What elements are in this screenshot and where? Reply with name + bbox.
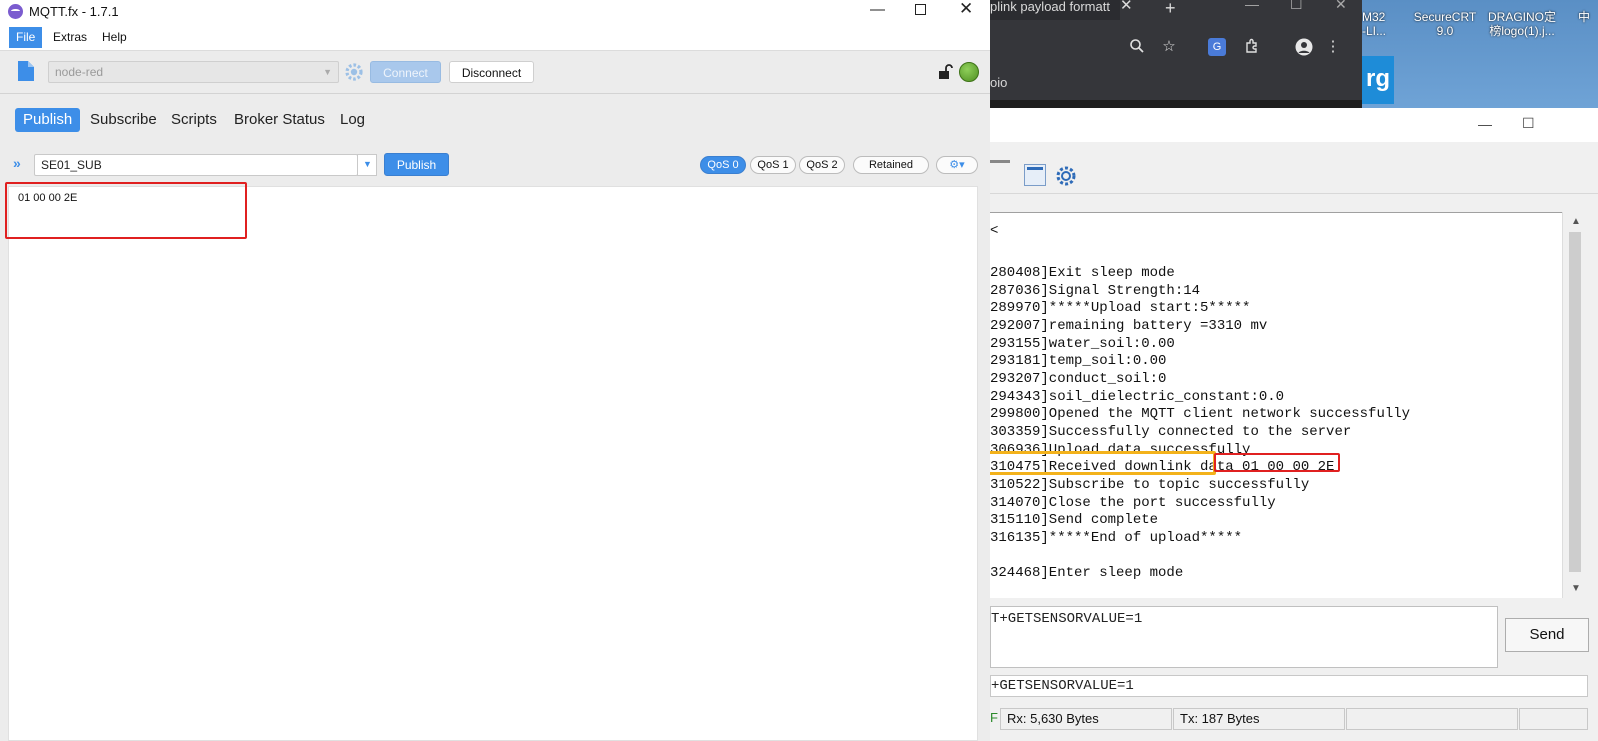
app-logo-icon <box>8 4 23 19</box>
retained-toggle[interactable]: Retained <box>853 156 929 174</box>
browser-tab[interactable]: plink payload formatt <box>990 0 1120 20</box>
rx-bytes-counter: Rx: 5,630 Bytes <box>1000 708 1172 730</box>
topic-dropdown-button[interactable]: ▼ <box>357 154 377 176</box>
settings-gear-icon[interactable] <box>1054 164 1078 188</box>
minimize-icon[interactable]: — <box>870 1 885 18</box>
log-line: 293181]temp_soil:0.00 <box>990 353 1167 369</box>
zoom-search-icon[interactable] <box>1128 38 1146 56</box>
log-line: 292007]remaining battery =3310 mv <box>990 318 1268 334</box>
browser-window: plink payload formatt ✕ + — ☐ ✕ ☆ G ⋮ oi… <box>990 0 1362 108</box>
mqttfx-window: MQTT.fx - 1.7.1 — ✕ File Extras Help nod… <box>0 0 990 741</box>
close-icon[interactable]: ✕ <box>959 0 973 19</box>
maximize-icon[interactable]: ☐ <box>1522 115 1535 132</box>
tab-log[interactable]: Log <box>332 108 373 132</box>
log-line: 299800]Opened the MQTT client network su… <box>990 406 1411 422</box>
serial-titlebar: — ☐ <box>990 108 1598 142</box>
tab-subscribe[interactable]: Subscribe <box>82 108 165 132</box>
kebab-menu-icon[interactable]: ⋮ <box>1324 38 1342 56</box>
desktop-icon-label[interactable]: M32 -LI... <box>1362 10 1394 38</box>
tab-close-icon[interactable]: ✕ <box>1120 0 1133 13</box>
status-cell <box>1346 708 1518 730</box>
log-line: 324468]Enter sleep mode <box>990 565 1184 581</box>
tab-publish[interactable]: Publish <box>15 108 81 132</box>
connection-status-indicator <box>959 62 979 82</box>
command-text: +GETSENSORVALUE=1 <box>991 678 1134 694</box>
chevron-down-icon: ▼ <box>363 159 372 169</box>
tab-broker-status[interactable]: Broker Status <box>226 108 333 132</box>
minimize-icon[interactable]: — <box>1478 116 1492 132</box>
app-tile[interactable]: rg <box>1362 56 1394 104</box>
maximize-icon[interactable]: ☐ <box>1290 0 1303 13</box>
publish-options-gear-icon[interactable]: ⚙▾ <box>936 156 978 174</box>
topic-value: SE01_SUB <box>41 158 102 172</box>
log-line: 314070]Close the port successfully <box>990 495 1276 511</box>
menu-help[interactable]: Help <box>95 27 134 48</box>
connect-button[interactable]: Connect <box>370 61 441 83</box>
payload-editor[interactable]: 01 00 00 2E <box>8 186 978 741</box>
send-text: T+GETSENSORVALUE=1 <box>991 611 1143 627</box>
log-line: 287036]Signal Strength:14 <box>990 283 1201 299</box>
browser-content-edge <box>990 100 1362 108</box>
titlebar: MQTT.fx - 1.7.1 — ✕ <box>0 0 990 24</box>
disconnect-button[interactable]: Disconnect <box>449 61 534 83</box>
maximize-icon[interactable] <box>915 4 926 15</box>
vertical-scrollbar[interactable]: ▲ ▼ <box>1562 212 1588 598</box>
status-flag: F <box>990 710 998 725</box>
publish-button[interactable]: Publish <box>384 153 449 176</box>
minimize-icon[interactable]: — <box>1245 0 1259 12</box>
status-cell <box>1519 708 1588 730</box>
extensions-icon[interactable] <box>1243 38 1261 56</box>
close-icon[interactable]: ✕ <box>1335 0 1347 13</box>
log-line: 293207]conduct_soil:0 <box>990 371 1167 387</box>
translate-icon[interactable]: G <box>1208 38 1226 56</box>
window-title: MQTT.fx - 1.7.1 <box>29 4 119 19</box>
log-line: < <box>990 223 999 239</box>
serial-toolbar <box>990 142 1598 194</box>
downlink-payload-highlight <box>1214 453 1340 472</box>
file-icon[interactable] <box>17 60 35 82</box>
expand-chevron-icon[interactable]: » <box>13 155 21 171</box>
bookmark-item[interactable]: oio <box>990 75 1007 90</box>
log-line: 315110]Send complete <box>990 512 1159 528</box>
send-textarea[interactable]: T+GETSENSORVALUE=1 <box>990 606 1498 668</box>
desktop-icon-label[interactable]: 中 <box>1570 10 1598 24</box>
log-line: 289970]*****Upload start:5***** <box>990 300 1251 316</box>
profile-name: node-red <box>55 65 104 79</box>
desktop-icon-label[interactable]: SecureCRT 9.0 <box>1410 10 1480 38</box>
menu-extras[interactable]: Extras <box>46 27 94 48</box>
browser-tab-title: plink payload formatt <box>990 0 1110 14</box>
topic-input[interactable]: SE01_SUB <box>34 154 358 176</box>
log-line: 310522]Subscribe to topic successfully <box>990 477 1310 493</box>
toolbar-dash-icon[interactable] <box>990 160 1010 163</box>
tx-bytes-counter: Tx: 187 Bytes <box>1173 708 1345 730</box>
receive-log[interactable]: < 280408]Exit sleep mode 287036]Signal S… <box>990 212 1562 598</box>
desktop-icon-label[interactable]: DRAGINO定 榜logo(1).j... <box>1482 10 1562 38</box>
qos0-toggle[interactable]: QoS 0 <box>700 156 746 174</box>
log-line: 294343]soil_dielectric_constant:0.0 <box>990 389 1285 405</box>
tab-scripts[interactable]: Scripts <box>163 108 225 132</box>
log-line: 303359]Successfully connected to the ser… <box>990 424 1352 440</box>
desktop: M32 -LI... SecureCRT 9.0 DRAGINO定 榜logo(… <box>1362 0 1598 108</box>
serial-terminal-window: — ☐ < 280408]Exit sleep mode 287036]Sign… <box>990 108 1598 741</box>
menu-bar <box>0 24 990 50</box>
log-line: 316135]*****End of upload***** <box>990 530 1243 546</box>
bookmark-star-icon[interactable]: ☆ <box>1160 38 1178 56</box>
qos1-toggle[interactable]: QoS 1 <box>750 156 796 174</box>
chevron-down-icon: ▼ <box>323 67 332 77</box>
unlock-icon <box>937 64 953 80</box>
command-history-field[interactable]: +GETSENSORVALUE=1 <box>990 675 1588 697</box>
profile-settings-gear-icon[interactable] <box>344 62 364 82</box>
log-line: 280408]Exit sleep mode <box>990 265 1175 281</box>
menu-file[interactable]: File <box>9 27 43 48</box>
payload-highlight <box>5 182 247 239</box>
profile-select[interactable]: node-red ▼ <box>48 61 339 83</box>
window-layout-icon[interactable] <box>1024 164 1046 186</box>
qos2-toggle[interactable]: QoS 2 <box>799 156 845 174</box>
new-tab-icon[interactable]: + <box>1165 0 1176 19</box>
profile-icon[interactable] <box>1295 38 1313 56</box>
log-line: 293155]water_soil:0.00 <box>990 336 1175 352</box>
send-button[interactable]: Send <box>1505 618 1589 652</box>
